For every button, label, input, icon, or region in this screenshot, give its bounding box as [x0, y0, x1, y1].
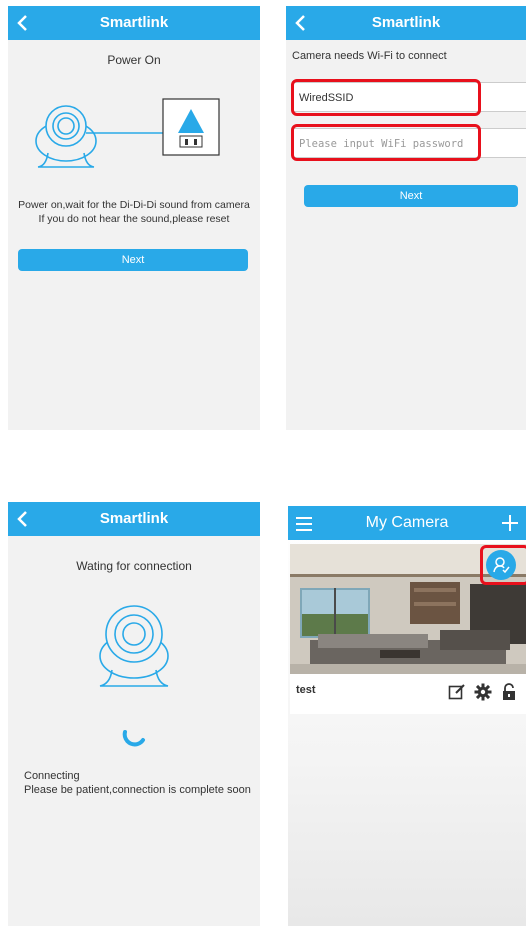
gear-icon[interactable]: [474, 683, 492, 701]
my-camera-screen: My Camera test: [288, 506, 526, 926]
screen-title: Smartlink: [99, 14, 169, 31]
status-line-1: Connecting: [24, 770, 80, 782]
back-arrow-icon: [17, 511, 27, 527]
wifi-prompt: Camera needs Wi-Fi to connect: [292, 50, 447, 62]
unlock-icon[interactable]: [500, 683, 518, 701]
power-on-heading: Power On: [107, 53, 161, 67]
instruction-text: Power on,wait for the Di-Di-Di sound fro…: [8, 198, 260, 226]
smartlink-wifi-screen: Smartlink Camera needs Wi-Fi to connect …: [286, 6, 526, 430]
title-bar: My Camera: [288, 506, 526, 540]
title-bar: Smartlink: [286, 6, 526, 40]
instruction-line-2: If you do not hear the sound,please rese…: [38, 213, 230, 225]
add-camera-button[interactable]: [498, 506, 522, 540]
power-outlet-icon: [162, 98, 220, 156]
smartlink-waiting-screen: Smartlink Wating for connection Connecti…: [8, 502, 260, 926]
status-line-2: Please be patient,connection is complete…: [24, 784, 251, 796]
add-icon: [502, 515, 518, 531]
ssid-highlight: [291, 79, 481, 116]
menu-button[interactable]: [294, 506, 318, 540]
camera-to-outlet-illustration: [35, 98, 220, 168]
screen-title: My Camera: [365, 514, 449, 531]
title-bar: Smartlink: [8, 502, 260, 536]
next-button[interactable]: Next: [304, 185, 518, 207]
share-user-highlight: [480, 545, 526, 585]
instruction-line-1: Power on,wait for the Di-Di-Di sound fro…: [18, 199, 250, 211]
menu-icon: [296, 517, 312, 531]
waiting-heading: Wating for connection: [76, 559, 192, 573]
back-button[interactable]: [14, 502, 34, 536]
password-highlight: [291, 124, 481, 161]
camera-icon: [99, 605, 169, 687]
connection-status: Connecting Please be patient,connection …: [24, 769, 251, 797]
loading-spinner-icon: [122, 730, 145, 747]
back-arrow-icon: [295, 15, 305, 31]
edit-icon[interactable]: [448, 683, 466, 701]
screen-title: Smartlink: [99, 510, 169, 527]
title-bar: Smartlink: [8, 6, 260, 40]
camera-icon: [35, 105, 97, 168]
back-arrow-icon: [17, 15, 27, 31]
screen-title: Smartlink: [371, 14, 441, 31]
back-button[interactable]: [14, 6, 34, 40]
back-button[interactable]: [292, 6, 312, 40]
next-button[interactable]: Next: [18, 249, 248, 271]
smartlink-power-on-screen: Smartlink Power On Power on,wait for the…: [8, 6, 260, 430]
camera-name: test: [296, 684, 316, 696]
camera-card[interactable]: test: [290, 544, 526, 714]
